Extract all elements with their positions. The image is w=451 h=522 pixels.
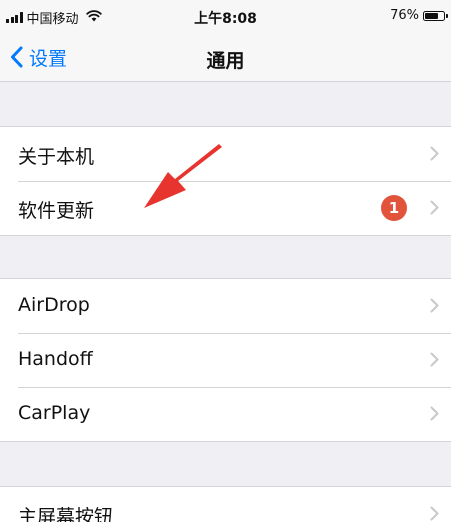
chevron-right-icon: [430, 352, 439, 367]
row-handoff[interactable]: Handoff: [0, 333, 451, 387]
row-software-update[interactable]: 软件更新 1: [0, 181, 451, 235]
row-label: 主屏幕按钮: [18, 506, 114, 522]
page-title: 通用: [206, 50, 245, 72]
chevron-right-icon: [430, 298, 439, 313]
notification-badge: 1: [381, 195, 407, 221]
row-label: Handoff: [18, 348, 93, 370]
status-right: 76%: [390, 8, 448, 23]
battery-icon: [423, 10, 448, 21]
status-time: 上午8:08: [194, 11, 257, 27]
settings-group-device: 关于本机 软件更新 1: [0, 126, 451, 236]
row-label: CarPlay: [18, 402, 91, 424]
chevron-right-icon: [430, 146, 439, 161]
row-carplay[interactable]: CarPlay: [0, 387, 451, 441]
row-home-button[interactable]: 主屏幕按钮: [0, 487, 451, 522]
chevron-right-icon: [430, 506, 439, 521]
row-about[interactable]: 关于本机: [0, 127, 451, 181]
status-bar: 中国移动 上午8:08 76%: [0, 0, 451, 34]
row-label: 关于本机: [18, 146, 95, 168]
settings-group-continuity: AirDrop Handoff CarPlay: [0, 278, 451, 442]
chevron-right-icon: [430, 200, 439, 215]
battery-fill: [425, 12, 438, 19]
row-airdrop[interactable]: AirDrop: [0, 279, 451, 333]
chevron-right-icon: [430, 406, 439, 421]
settings-general-screen: 中国移动 上午8:08 76% 设置 通用 关于本机 软件更新 1 AirDro…: [0, 0, 451, 522]
row-label: 软件更新: [18, 200, 95, 222]
row-label: AirDrop: [18, 294, 90, 316]
settings-group-home-button: 主屏幕按钮: [0, 486, 451, 522]
battery-percent: 76%: [390, 8, 419, 23]
navigation-bar: 设置 通用: [0, 34, 451, 82]
